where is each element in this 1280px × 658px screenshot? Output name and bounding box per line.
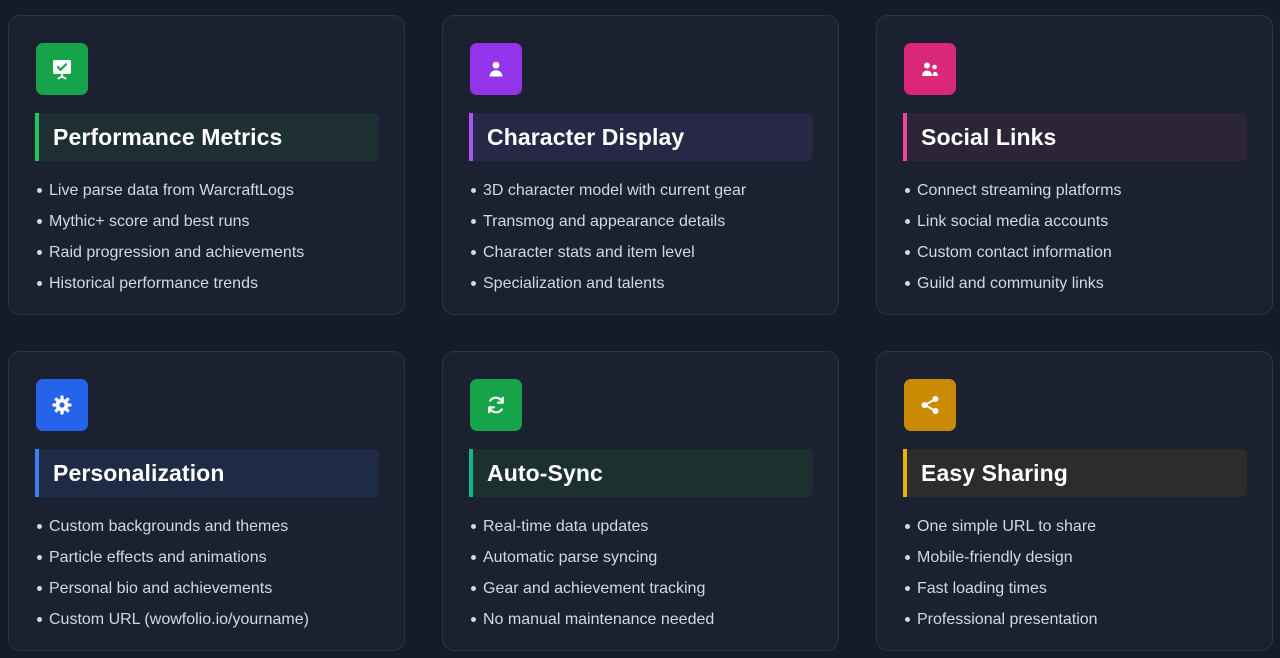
feature-list: Custom backgrounds and themes Particle e… (36, 511, 309, 635)
feature-item: Particle effects and animations (36, 542, 309, 573)
feature-item: Mythic+ score and best runs (36, 206, 304, 237)
feature-item: Real-time data updates (470, 511, 714, 542)
icon-badge (904, 379, 956, 431)
feature-item: Custom contact information (904, 237, 1122, 268)
presentation-check-icon (50, 57, 74, 81)
feature-item: 3D character model with current gear (470, 175, 746, 206)
icon-badge (36, 43, 88, 95)
feature-card-easy-sharing: Easy Sharing One simple URL to share Mob… (876, 351, 1273, 651)
feature-item: Character stats and item level (470, 237, 746, 268)
feature-item: Connect streaming platforms (904, 175, 1122, 206)
feature-list: Real-time data updates Automatic parse s… (470, 511, 714, 635)
feature-item: Personal bio and achievements (36, 573, 309, 604)
feature-item: Mobile-friendly design (904, 542, 1098, 573)
feature-list: One simple URL to share Mobile-friendly … (904, 511, 1098, 635)
feature-card-social-links: Social Links Connect streaming platforms… (876, 15, 1273, 315)
feature-list: Live parse data from WarcraftLogs Mythic… (36, 175, 304, 299)
features-grid: Performance Metrics Live parse data from… (0, 0, 1280, 658)
user-icon (484, 57, 508, 81)
feature-item: Gear and achievement tracking (470, 573, 714, 604)
feature-item: Transmog and appearance details (470, 206, 746, 237)
icon-badge (904, 43, 956, 95)
icon-badge (36, 379, 88, 431)
card-title: Character Display (487, 123, 685, 150)
feature-item: Custom backgrounds and themes (36, 511, 309, 542)
feature-card-personalization: Personalization Custom backgrounds and t… (8, 351, 405, 651)
users-icon (918, 57, 942, 81)
card-title-bar: Easy Sharing (903, 449, 1247, 497)
feature-list: 3D character model with current gear Tra… (470, 175, 746, 299)
sync-icon (484, 393, 508, 417)
feature-item: Fast loading times (904, 573, 1098, 604)
feature-item: Link social media accounts (904, 206, 1122, 237)
feature-item: Live parse data from WarcraftLogs (36, 175, 304, 206)
feature-item: No manual maintenance needed (470, 604, 714, 635)
feature-item: Raid progression and achievements (36, 237, 304, 268)
card-title-bar: Performance Metrics (35, 113, 379, 161)
feature-item: Automatic parse syncing (470, 542, 714, 573)
feature-item: Custom URL (wowfolio.io/yourname) (36, 604, 309, 635)
card-title: Personalization (53, 459, 225, 486)
gear-icon (50, 393, 74, 417)
card-title: Auto-Sync (487, 459, 603, 486)
share-icon (918, 393, 942, 417)
card-title-bar: Personalization (35, 449, 379, 497)
icon-badge (470, 43, 522, 95)
feature-card-auto-sync: Auto-Sync Real-time data updates Automat… (442, 351, 839, 651)
feature-list: Connect streaming platforms Link social … (904, 175, 1122, 299)
feature-item: Guild and community links (904, 268, 1122, 299)
feature-item: One simple URL to share (904, 511, 1098, 542)
feature-item: Historical performance trends (36, 268, 304, 299)
card-title-bar: Auto-Sync (469, 449, 813, 497)
feature-card-performance-metrics: Performance Metrics Live parse data from… (8, 15, 405, 315)
feature-item: Specialization and talents (470, 268, 746, 299)
card-title: Easy Sharing (921, 459, 1068, 486)
card-title: Performance Metrics (53, 123, 283, 150)
feature-card-character-display: Character Display 3D character model wit… (442, 15, 839, 315)
icon-badge (470, 379, 522, 431)
card-title: Social Links (921, 123, 1057, 150)
card-title-bar: Character Display (469, 113, 813, 161)
feature-item: Professional presentation (904, 604, 1098, 635)
card-title-bar: Social Links (903, 113, 1247, 161)
